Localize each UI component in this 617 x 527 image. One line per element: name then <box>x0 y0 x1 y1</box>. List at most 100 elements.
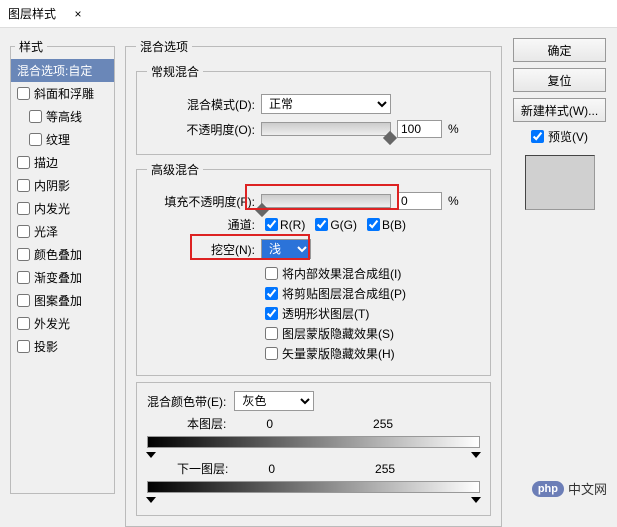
channel-g[interactable]: G(G) <box>315 218 357 232</box>
window-title: 图层样式 <box>8 5 56 22</box>
style-checkbox[interactable] <box>17 294 30 307</box>
channel-r[interactable]: R(R) <box>265 218 305 232</box>
preview-swatch <box>525 155 595 210</box>
sidebar-item-label: 纹理 <box>46 131 70 148</box>
sidebar-item[interactable]: 颜色叠加 <box>11 243 114 266</box>
fill-opacity-input[interactable] <box>397 192 442 210</box>
opacity-slider[interactable] <box>261 122 391 136</box>
this-low: 0 <box>266 417 273 431</box>
styles-list: 样式 混合选项:自定斜面和浮雕等高线纹理描边内阴影内发光光泽颜色叠加渐变叠加图案… <box>10 38 115 494</box>
watermark-text: 中文网 <box>568 479 607 498</box>
this-layer-gradient[interactable] <box>147 436 480 448</box>
style-checkbox[interactable] <box>29 110 42 123</box>
ok-button[interactable]: 确定 <box>513 38 606 62</box>
sidebar-item[interactable]: 混合选项:自定 <box>11 59 114 82</box>
style-checkbox[interactable] <box>17 202 30 215</box>
close-icon: × <box>75 7 82 21</box>
sidebar-item-label: 渐变叠加 <box>34 269 82 286</box>
blend-if: 混合颜色带(E): 灰色 本图层: 0 255 下一图层: 0 255 <box>136 382 491 516</box>
this-high: 255 <box>373 417 393 431</box>
style-checkbox[interactable] <box>17 225 30 238</box>
style-checkbox[interactable] <box>17 248 30 261</box>
blending-options-panel: 混合选项 常规混合 混合模式(D): 正常 不透明度(O): % <box>125 38 502 527</box>
style-checkbox[interactable] <box>17 179 30 192</box>
watermark: php 中文网 <box>532 479 607 498</box>
sidebar-item[interactable]: 纹理 <box>11 128 114 151</box>
close-button[interactable]: × <box>56 0 100 28</box>
chk-clipped[interactable] <box>265 287 278 300</box>
slider-handle-icon[interactable] <box>146 452 156 458</box>
blendmode-select[interactable]: 正常 <box>261 94 391 114</box>
channel-b-checkbox[interactable] <box>367 218 380 231</box>
under-layer-label: 下一图层: <box>177 460 228 477</box>
slider-handle-icon[interactable] <box>471 497 481 503</box>
sidebar-item-label: 斜面和浮雕 <box>34 85 94 102</box>
titlebar: 图层样式 × <box>0 0 617 28</box>
sidebar-item-label: 投影 <box>34 338 58 355</box>
reset-button[interactable]: 复位 <box>513 68 606 92</box>
fill-opacity-label: 填充不透明度(F): <box>147 193 255 210</box>
content: 样式 混合选项:自定斜面和浮雕等高线纹理描边内阴影内发光光泽颜色叠加渐变叠加图案… <box>0 28 617 504</box>
sidebar-item[interactable]: 描边 <box>11 151 114 174</box>
sidebar-item[interactable]: 内发光 <box>11 197 114 220</box>
sidebar-item-label: 描边 <box>34 154 58 171</box>
sidebar-item[interactable]: 渐变叠加 <box>11 266 114 289</box>
sidebar-item[interactable]: 光泽 <box>11 220 114 243</box>
sidebar: 样式 混合选项:自定斜面和浮雕等高线纹理描边内阴影内发光光泽颜色叠加渐变叠加图案… <box>10 38 115 494</box>
main-legend: 混合选项 <box>136 38 192 55</box>
chk-vectormask[interactable] <box>265 347 278 360</box>
sidebar-legend: 样式 <box>15 38 47 55</box>
channel-b[interactable]: B(B) <box>367 218 406 232</box>
opacity-label: 不透明度(O): <box>147 121 255 138</box>
chk-interior[interactable] <box>265 267 278 280</box>
under-low: 0 <box>268 462 275 476</box>
under-layer-gradient[interactable] <box>147 481 480 493</box>
sidebar-item-label: 光泽 <box>34 223 58 240</box>
main-panel: 混合选项 常规混合 混合模式(D): 正常 不透明度(O): % <box>125 38 502 494</box>
preview-checkbox[interactable] <box>531 130 544 143</box>
right-column: 确定 复位 新建样式(W)... 预览(V) <box>512 38 607 494</box>
chk-transparency[interactable] <box>265 307 278 320</box>
style-checkbox[interactable] <box>29 133 42 146</box>
opacity-unit: % <box>448 122 459 136</box>
sidebar-item[interactable]: 外发光 <box>11 312 114 335</box>
sidebar-item[interactable]: 投影 <box>11 335 114 358</box>
sidebar-item-label: 混合选项:自定 <box>17 62 92 79</box>
blendif-channel-select[interactable]: 灰色 <box>234 391 314 411</box>
slider-handle-icon[interactable] <box>471 452 481 458</box>
opacity-input[interactable] <box>397 120 442 138</box>
slider-handle-icon[interactable] <box>146 497 156 503</box>
channels-label: 通道: <box>147 216 255 233</box>
php-badge-icon: php <box>532 481 564 497</box>
slider-thumb-icon <box>255 203 269 217</box>
knockout-select[interactable]: 浅 <box>261 239 311 259</box>
fill-opacity-unit: % <box>448 194 459 208</box>
sidebar-item[interactable]: 斜面和浮雕 <box>11 82 114 105</box>
preview-toggle[interactable]: 预览(V) <box>531 128 588 145</box>
style-checkbox[interactable] <box>17 156 30 169</box>
sidebar-item[interactable]: 内阴影 <box>11 174 114 197</box>
slider-thumb-icon <box>383 131 397 145</box>
channel-g-checkbox[interactable] <box>315 218 328 231</box>
sidebar-item-label: 内阴影 <box>34 177 70 194</box>
sidebar-item[interactable]: 等高线 <box>11 105 114 128</box>
new-style-button[interactable]: 新建样式(W)... <box>513 98 606 122</box>
sidebar-item-label: 内发光 <box>34 200 70 217</box>
advanced-legend: 高级混合 <box>147 161 203 178</box>
general-blending: 常规混合 混合模式(D): 正常 不透明度(O): % <box>136 63 491 155</box>
sidebar-item[interactable]: 图案叠加 <box>11 289 114 312</box>
sidebar-item-label: 等高线 <box>46 108 82 125</box>
style-checkbox[interactable] <box>17 317 30 330</box>
chk-layermask[interactable] <box>265 327 278 340</box>
this-layer-label: 本图层: <box>187 415 226 432</box>
channel-r-checkbox[interactable] <box>265 218 278 231</box>
style-checkbox[interactable] <box>17 271 30 284</box>
general-legend: 常规混合 <box>147 63 203 80</box>
fill-opacity-slider[interactable] <box>261 194 391 208</box>
blendif-legend: 混合颜色带(E): <box>147 393 226 410</box>
style-checkbox[interactable] <box>17 87 30 100</box>
sidebar-item-label: 颜色叠加 <box>34 246 82 263</box>
style-checkbox[interactable] <box>17 340 30 353</box>
blendmode-label: 混合模式(D): <box>147 96 255 113</box>
sidebar-item-label: 图案叠加 <box>34 292 82 309</box>
